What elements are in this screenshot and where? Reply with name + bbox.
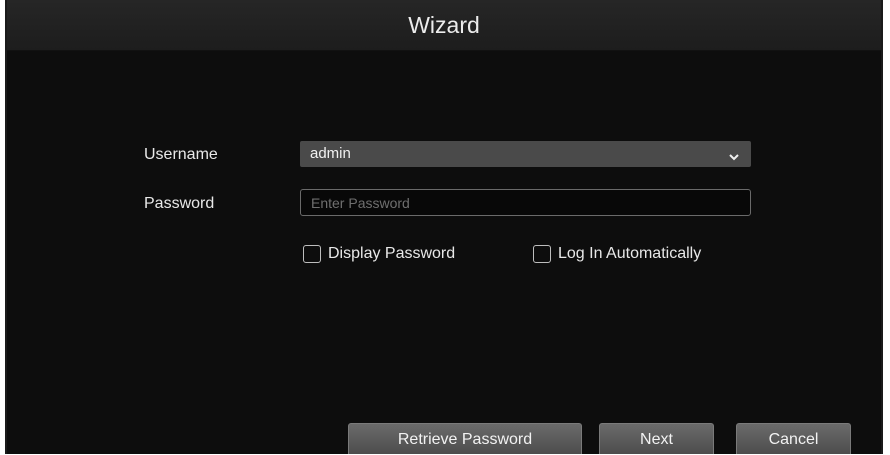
display-password-checkbox[interactable]: Display Password bbox=[303, 245, 455, 263]
retrieve-password-button[interactable]: Retrieve Password bbox=[348, 423, 582, 454]
password-label: Password bbox=[144, 195, 215, 212]
next-button[interactable]: Next bbox=[599, 423, 714, 454]
auto-login-checkbox[interactable]: Log In Automatically bbox=[533, 245, 701, 263]
username-label: Username bbox=[144, 146, 218, 163]
title-bar: Wizard bbox=[7, 0, 881, 51]
auto-login-box[interactable] bbox=[533, 245, 551, 263]
auto-login-label: Log In Automatically bbox=[558, 245, 702, 262]
display-password-box[interactable] bbox=[303, 245, 321, 263]
chevron-down-icon bbox=[729, 149, 739, 161]
window-title: Wizard bbox=[408, 12, 480, 38]
display-password-label: Display Password bbox=[328, 245, 456, 262]
username-value: admin bbox=[310, 145, 351, 162]
screen: Wizard Username admin Password Display P… bbox=[0, 0, 890, 454]
wizard-dialog: Wizard Username admin Password Display P… bbox=[5, 0, 883, 454]
cancel-button[interactable]: Cancel bbox=[736, 423, 851, 454]
password-input[interactable] bbox=[300, 189, 751, 216]
username-select[interactable]: admin bbox=[300, 141, 751, 167]
